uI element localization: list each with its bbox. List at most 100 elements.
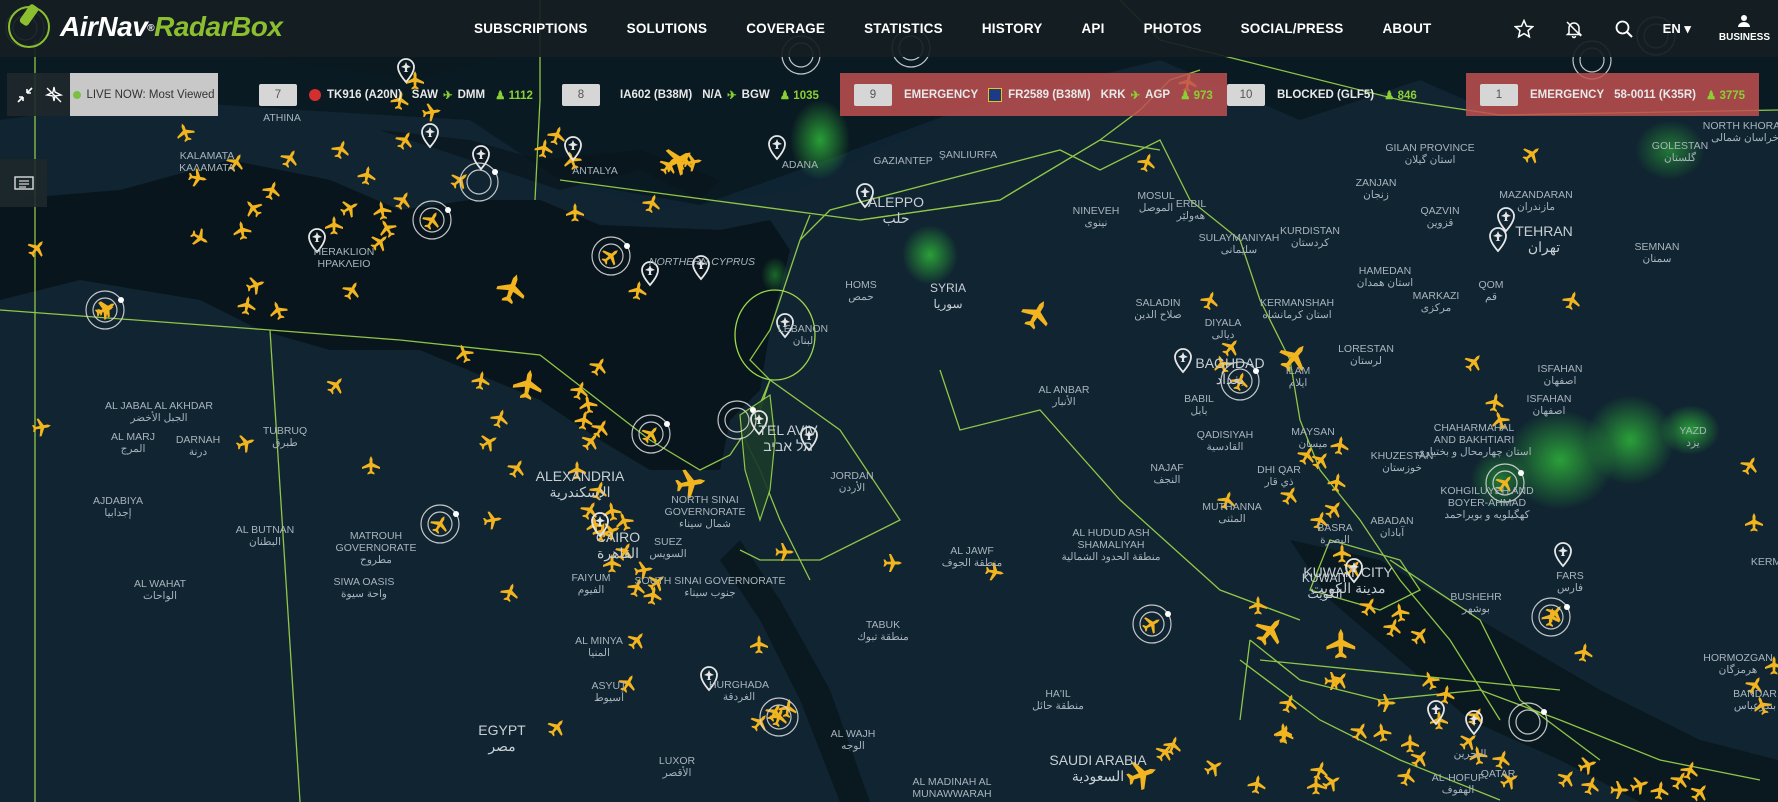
ticker-rank: 1	[1480, 83, 1518, 106]
viewers-icon: ♟	[1705, 89, 1717, 102]
label-albutnan: AL BUTNAN البطنان	[235, 524, 295, 548]
label-tehran: TEHRAN تهران	[1515, 223, 1573, 255]
label-northern-cyprus: NORTHERN CYPRUS	[649, 256, 755, 268]
ticker-viewers: ♟ 973	[1180, 88, 1213, 102]
viewer-count: 3775	[1719, 89, 1746, 102]
nav-about[interactable]: ABOUT	[1382, 21, 1431, 36]
label-aljawf: AL JAWF منطقة الجوف	[941, 545, 1003, 569]
label-suez: SUEZ السويس	[649, 536, 687, 560]
label-qazvin: QAZVIN قزوین	[1420, 205, 1460, 229]
nav-history[interactable]: HISTORY	[982, 21, 1043, 36]
label-saladin: SALADIN صلاح الدين	[1134, 297, 1182, 321]
label-northsinai: NORTH SINAI GOVERNORATE شمال سيناء	[664, 494, 746, 530]
label-kuwait: KUWAIT الكويت	[1301, 571, 1349, 601]
ryanair-logo-icon	[988, 87, 1003, 102]
label-asyut: ASYUT أسيوط	[591, 680, 627, 704]
label-qom: QOM قم	[1478, 279, 1504, 303]
list-panel-icon	[13, 176, 34, 190]
ticker-flight: IA602 (B38M)	[620, 88, 693, 101]
label-homs: HOMS حمص	[845, 279, 877, 303]
header-actions: EN ▾ BUSINESS	[1499, 0, 1778, 57]
alerts-off-bell-icon[interactable]	[1563, 18, 1585, 40]
main-nav: SUBSCRIPTIONS SOLUTIONS COVERAGE STATIST…	[474, 0, 1470, 57]
nav-social-press[interactable]: SOCIAL/PRESS	[1241, 21, 1344, 36]
viewers-icon: ♟	[495, 89, 506, 102]
label-nineveh: NINEVEH نينوى	[1072, 205, 1120, 229]
ticker-item-10[interactable]: 10 BLOCKED (GLF5) ♟ 846	[1213, 73, 1431, 116]
nav-solutions[interactable]: SOLUTIONS	[627, 21, 708, 36]
label-mosul: MOSUL الموصل	[1137, 190, 1175, 214]
label-matrouh: MATROUH GOVERNORATE مطروح	[335, 530, 417, 566]
label-antalya: ANTALYA	[572, 165, 618, 177]
turkish-airlines-logo-icon	[309, 88, 321, 101]
label-abadan: ABADAN آبادان	[1370, 515, 1414, 539]
label-jordan: JORDAN الأردن	[830, 470, 874, 494]
radarbox-logo-icon	[8, 6, 50, 48]
brand-name-left: AirNav	[60, 11, 148, 42]
search-icon[interactable]	[1613, 18, 1635, 40]
ticker-status: EMERGENCY	[1530, 88, 1605, 101]
business-user-icon	[1738, 14, 1751, 27]
label-baghdad: BAGHDAD بغداد	[1195, 355, 1265, 387]
nav-coverage[interactable]: COVERAGE	[746, 21, 825, 36]
label-golestan: GOLESTAN گلستان	[1651, 140, 1709, 164]
label-alexandria: ALEXANDRIA الإسكندرية	[535, 468, 625, 500]
live-flights-ticker: LIVE NOW: Most Viewed 7 TK916 (A20N) SAW…	[0, 73, 1778, 116]
ticker-item-8[interactable]: 8 IA602 (B38M) N/A ✈ BGW ♟ 1035	[548, 73, 833, 116]
viewers-icon: ♟	[1180, 89, 1191, 102]
ticker-viewers: ♟ 846	[1384, 88, 1417, 102]
live-now-most-viewed[interactable]: LIVE NOW: Most Viewed	[70, 73, 218, 116]
language-selector[interactable]: EN ▾	[1663, 21, 1691, 37]
label-chaharmahal: CHAHARMAHAL AND BAKHTIARI استان چهارمحال…	[1416, 422, 1532, 458]
label-lorestan: LORESTAN لرستان	[1338, 343, 1394, 367]
label-hormozgan: HORMOZGAN هرمزگان	[1703, 652, 1773, 676]
label-aljabal: AL JABAL AL AKHDAR الجبل الأخضر	[105, 400, 213, 424]
plane-arrow-icon: ✈	[1130, 89, 1141, 102]
label-ajdabiya: AJDABIYA إجدابيا	[93, 495, 143, 519]
aircraft-filter-button[interactable]	[36, 73, 71, 116]
label-alwahat: AL WAHAT الواحات	[133, 578, 187, 602]
ticker-item-7[interactable]: 7 TK916 (A20N) SAW ✈ DMM ♟ 1112	[245, 73, 547, 116]
label-tabuk: TABUK منطقة تبوك	[857, 619, 909, 643]
label-alanbar: AL ANBAR الأنبار	[1038, 384, 1090, 408]
brand-logo[interactable]: AirNav®RadarBox	[8, 6, 283, 48]
label-southsinai: SOUTH SINAI GOVERNORATE جنوب سيناء	[634, 575, 786, 599]
label-sanliurfa: ŞANLIURFA	[938, 149, 998, 161]
label-erbil: ERBIL هەولێر	[1175, 198, 1207, 222]
layers-panel-button[interactable]	[0, 159, 47, 207]
label-kurdistan: KURDISTAN کردستان	[1280, 225, 1340, 249]
ticker-to: DMM	[457, 88, 486, 101]
label-cairo: CAIRO القاهرة	[595, 529, 641, 561]
label-khuzestan: KHUZESTAN خوزستان	[1370, 450, 1434, 474]
label-najaf: NAJAF النجف	[1150, 462, 1184, 486]
label-kohgiluyeh: KOHGILUYEH AND BOYER-AHMAD کهگیلویه و بو…	[1440, 485, 1534, 521]
label-bushehr: BUSHEHR بوشهر	[1450, 591, 1502, 615]
ticker-item-9[interactable]: 9 EMERGENCY FR2589 (B38M) KRK ✈ AGP ♟ 97…	[840, 73, 1227, 116]
label-alhofuf: AL-HOFUF الهفوف	[1431, 772, 1485, 796]
label-sulaymaniyah: SULAYMANIYAH سلێمانی	[1198, 232, 1280, 256]
viewer-count: 1035	[793, 89, 819, 102]
label-saudi-arabia: SAUDI ARABIA السعودية	[1049, 752, 1147, 784]
label-diyala: DIYALA ديالى	[1204, 317, 1242, 341]
label-faiyum: FAIYUM الفيوم	[571, 572, 611, 596]
nav-statistics[interactable]: STATISTICS	[864, 21, 943, 36]
label-syria: SYRIA سوريا	[929, 281, 967, 311]
label-hudud: AL HUDUD ASH SHAMALIYAH منطقة الحدود الش…	[1061, 527, 1161, 563]
ticker-item-1[interactable]: 1 EMERGENCY 58-0011 (K35R) ♟ 3775	[1466, 73, 1760, 116]
label-gilan: GILAN PROVINCE استان گیلان	[1385, 142, 1475, 166]
label-isfahan-2: ISFAHAN اصفهان	[1526, 393, 1572, 417]
nav-api[interactable]: API	[1081, 21, 1104, 36]
live-label: LIVE NOW: Most Viewed	[86, 88, 215, 101]
label-zanjan: ZANJAN زنجان	[1355, 177, 1397, 201]
label-lebanon: LEBANON لبنان	[777, 323, 829, 347]
favorites-star-icon[interactable]	[1513, 18, 1535, 40]
label-haail: HA'IL منطقة حائل	[1032, 688, 1084, 712]
business-button[interactable]: BUSINESS	[1719, 14, 1770, 44]
label-darnah: DARNAH درنة	[175, 434, 221, 458]
label-kalamata: KALAMATA ΚΑΛΑΜΑΤΑ	[179, 150, 235, 174]
label-qadisiyah: QADISIYAH القادسية	[1196, 429, 1254, 453]
label-almadinah: AL MADINAH AL MUNAWWARAH	[912, 776, 992, 800]
nav-photos[interactable]: PHOTOS	[1144, 21, 1202, 36]
nav-subscriptions[interactable]: SUBSCRIPTIONS	[474, 21, 588, 36]
label-kerman: KERM	[1750, 556, 1778, 568]
